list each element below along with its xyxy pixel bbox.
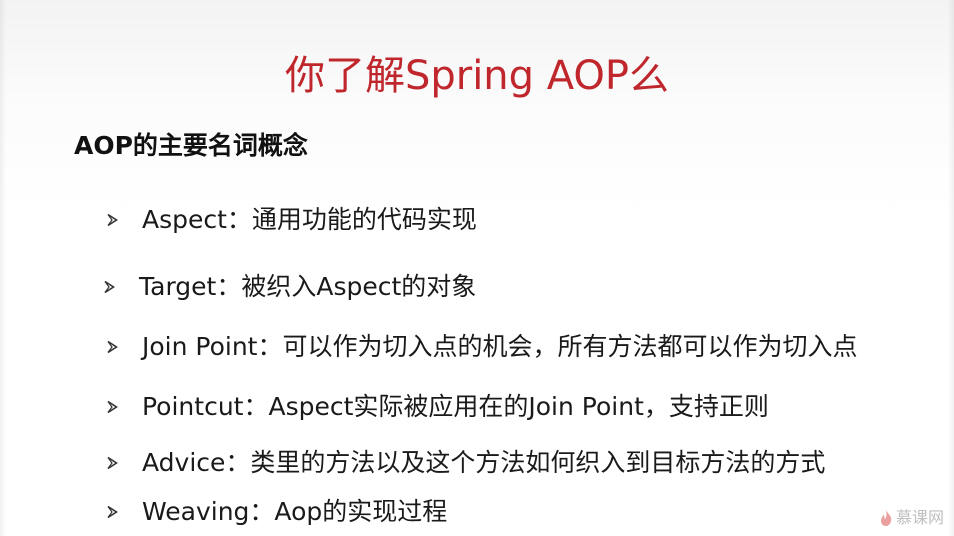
bullet-text: Aspect：通用功能的代码实现	[142, 205, 477, 234]
slide: 你了解Spring AOP么 AOP的主要名词概念 Aspect：通用功能的代码…	[0, 0, 954, 536]
arrow-bullet-icon	[107, 400, 118, 414]
arrow-bullet-icon	[107, 213, 118, 227]
bullet-text: Weaving：Aop的实现过程	[142, 497, 448, 526]
bullet-text: Advice：类里的方法以及这个方法如何织入到目标方法的方式	[142, 448, 826, 477]
arrow-bullet-icon	[107, 456, 118, 470]
bullet-text: Target：被织入Aspect的对象	[139, 272, 477, 301]
arrow-bullet-icon	[107, 505, 118, 519]
watermark-logo: 慕课网	[879, 507, 944, 529]
arrow-bullet-icon	[104, 280, 115, 294]
flame-icon	[880, 510, 892, 526]
bullet-text: Join Point：可以作为切入点的机会，所有方法都可以作为切入点	[142, 332, 858, 361]
slide-subtitle: AOP的主要名词概念	[74, 131, 308, 160]
arrow-bullet-icon	[107, 340, 118, 354]
slide-title: 你了解Spring AOP么	[284, 53, 670, 99]
bullet-text: Pointcut：Aspect实际被应用在的Join Point，支持正则	[142, 392, 769, 421]
watermark-text: 慕课网	[895, 508, 944, 527]
